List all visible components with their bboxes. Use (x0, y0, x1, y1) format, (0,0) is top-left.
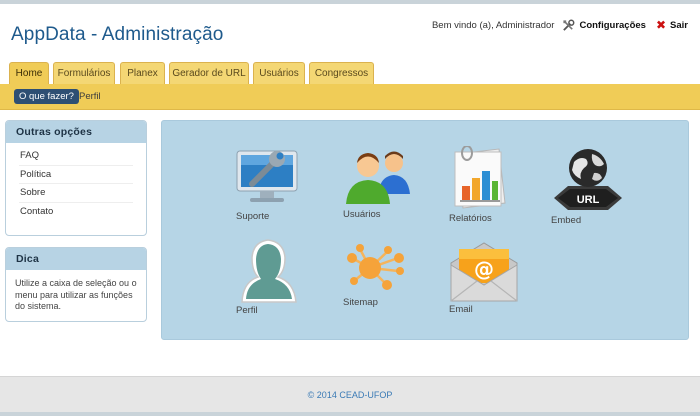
sub-navigation: O que fazer? Perfil (0, 84, 700, 110)
other-options-panel: Outras opções FAQ Política Sobre Contato (5, 120, 147, 236)
tab-usuarios[interactable]: Usuários (253, 62, 305, 84)
user-bar: Bem vindo (a), Administrador Configuraçõ… (432, 18, 688, 32)
other-options-title: Outras opções (6, 121, 146, 143)
footer: © 2014 CEAD-UFOP (0, 376, 700, 412)
header: AppData - Administração Bem vindo (a), A… (0, 4, 700, 64)
welcome-text: Bem vindo (a), Administrador (431, 19, 555, 31)
tab-congressos[interactable]: Congressos (309, 62, 374, 84)
main-tabs: Home Formulários Planex Gerador de URL U… (0, 62, 700, 84)
tab-formularios[interactable]: Formulários (53, 62, 115, 84)
tile-reports[interactable]: Relatórios (447, 146, 537, 230)
sitemap-icon (347, 244, 404, 290)
users-icon (346, 151, 410, 204)
what-to-do-button[interactable]: O que fazer? (14, 89, 79, 104)
app-title: AppData - Administração (11, 24, 224, 45)
svg-text:URL: URL (577, 194, 600, 206)
tab-planex[interactable]: Planex (120, 62, 165, 84)
profile-icon (241, 239, 297, 303)
tile-reports-label: Relatórios (449, 213, 492, 224)
tile-profile[interactable]: Perfil (232, 236, 322, 320)
dashboard-panel: Suporte Usuários Relatórios URL Embed Pe… (161, 120, 689, 340)
tile-sitemap-label: Sitemap (343, 297, 378, 308)
tile-support[interactable]: Suporte (232, 146, 322, 230)
tile-email[interactable]: @ Email (447, 239, 537, 323)
tab-gerador-url[interactable]: Gerador de URL (169, 62, 249, 84)
tip-title: Dica (6, 248, 146, 270)
tile-profile-label: Perfil (236, 305, 258, 316)
email-icon: @ (450, 242, 518, 302)
tile-users-label: Usuários (343, 209, 381, 220)
footer-copyright[interactable]: © 2014 CEAD-UFOP (308, 390, 393, 400)
tools-icon (563, 19, 575, 31)
logout-link[interactable]: Sair (670, 20, 688, 31)
option-sobre[interactable]: Sobre (19, 184, 133, 203)
tab-home[interactable]: Home (9, 62, 49, 84)
close-icon[interactable]: ✖ (656, 18, 666, 32)
tile-embed-label: Embed (551, 215, 582, 226)
tile-email-label: Email (449, 304, 473, 315)
tile-embed[interactable]: URL Embed (550, 146, 640, 230)
tile-sitemap[interactable]: Sitemap (340, 241, 430, 325)
url-globe-icon: URL (554, 149, 622, 210)
option-faq[interactable]: FAQ (19, 147, 133, 166)
option-politica[interactable]: Política (19, 166, 133, 184)
tip-panel: Dica Utilize a caixa de seleção ou o men… (5, 247, 147, 322)
svg-text:@: @ (474, 257, 494, 281)
options-list: FAQ Política Sobre Contato (6, 143, 146, 227)
support-monitor-icon (236, 150, 298, 202)
profile-link[interactable]: Perfil (79, 91, 101, 102)
tile-users[interactable]: Usuários (340, 146, 430, 230)
settings-link[interactable]: Configurações (579, 20, 646, 31)
tip-text: Utilize a caixa de seleção ou o menu par… (15, 278, 137, 311)
tile-support-label: Suporte (236, 211, 270, 222)
bottom-border (0, 412, 700, 416)
option-contato[interactable]: Contato (19, 203, 133, 222)
reports-icon (454, 146, 506, 209)
